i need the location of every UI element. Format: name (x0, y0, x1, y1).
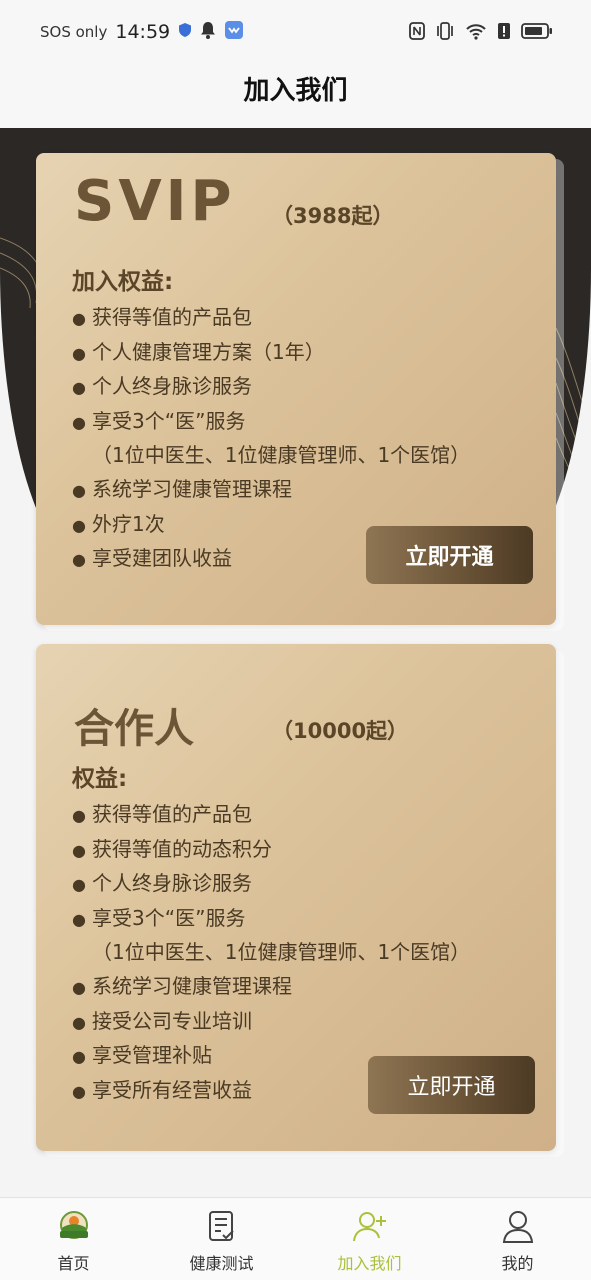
svip-benefit-title: 加入权益: (72, 269, 174, 295)
status-right (409, 22, 553, 44)
bullet-icon: ● (72, 309, 86, 328)
bullet-icon: ● (72, 412, 86, 432)
nav-label-join-us: 加入我们 (337, 1254, 402, 1273)
list-item: ● 享受3个“医”服务 (72, 405, 470, 440)
partner-open-button[interactable]: 立即开通 (368, 1056, 535, 1114)
bullet-icon: ● (72, 480, 86, 500)
list-item-detail: （1位中医生、1位健康管理师、1个医馆） (92, 443, 471, 468)
list-item: ● 个人健康管理方案（1年） (72, 336, 470, 371)
partner-benefit-title: 权益: (72, 766, 128, 792)
bullet-icon: ● (72, 840, 86, 860)
list-item: ● 获得等值的产品包 (72, 301, 470, 336)
svip-card: SVIP （3988起） 加入权益: ● 获得等值的产品包 ● 个人健康管理方案（1… (36, 153, 556, 625)
status-left: SOS only 14:59 (40, 20, 244, 44)
partner-card: 合作人 （10000起） 权益: ● 获得等值的产品包 ● 获得等值的动态积分 ● 个… (36, 644, 556, 1151)
title-bar: 加入我们 (0, 62, 591, 128)
bullet-icon: ● (72, 909, 86, 929)
list-item: ● 获得等值的动态积分 (72, 833, 470, 868)
svip-open-button[interactable]: 立即开通 (366, 526, 533, 584)
bullet-icon: ● (72, 875, 86, 895)
bell-icon (200, 21, 216, 43)
page-title: 加入我们 (243, 76, 348, 106)
nav-item-join-us[interactable]: 加入我们 (296, 1198, 443, 1280)
nav-item-home[interactable]: 首页 (0, 1198, 147, 1280)
add-user-icon (352, 1210, 388, 1244)
nav-label-health-test: 健康测试 (189, 1254, 254, 1273)
vibrate-icon (435, 22, 455, 44)
partner-title: 合作人 (74, 706, 194, 752)
bullet-icon: ● (72, 550, 86, 570)
list-item: ● 享受3个“医”服务 (72, 902, 470, 937)
bullet-icon: ● (72, 378, 86, 398)
wifi-icon (465, 22, 487, 44)
bullet-icon: ● (72, 343, 86, 363)
partner-price: （10000起） (272, 719, 409, 743)
list-item: ● 个人终身脉诊服务 (72, 867, 470, 902)
nav-item-health-test[interactable]: 健康测试 (148, 1198, 295, 1280)
list-item: ● 个人终身脉诊服务 (72, 370, 470, 405)
bullet-icon: ● (72, 1081, 86, 1101)
list-item: ● 系统学习健康管理课程 (72, 473, 470, 508)
status-bar: SOS only 14:59 (0, 0, 591, 62)
carrier-text: SOS only (40, 23, 108, 41)
battery-icon (521, 22, 553, 44)
bullet-icon: ● (72, 515, 86, 535)
bullet-icon: ● (72, 1047, 86, 1067)
nav-label-mine: 我的 (501, 1254, 534, 1273)
alert-icon (497, 22, 511, 44)
list-item-detail: （1位中医生、1位健康管理师、1个医馆） (92, 940, 471, 965)
checklist-icon (204, 1210, 240, 1244)
svip-price: （3988起） (272, 204, 394, 228)
list-item: ● 获得等值的产品包 (72, 798, 470, 833)
nav-label-home: 首页 (57, 1254, 90, 1273)
home-logo-icon (56, 1210, 92, 1244)
list-item: ● 系统学习健康管理课程 (72, 970, 470, 1005)
clock: 14:59 (115, 21, 171, 43)
bullet-icon: ● (72, 1012, 86, 1032)
bottom-nav: 首页 健康测试 加入我们 我的 (0, 1197, 591, 1280)
nfc-icon (409, 22, 425, 44)
nav-item-mine[interactable]: 我的 (444, 1198, 591, 1280)
app-notification-icon (224, 20, 244, 44)
profile-icon (500, 1210, 536, 1244)
bullet-icon: ● (72, 806, 86, 825)
list-item: ● 接受公司专业培训 (72, 1005, 470, 1040)
shield-icon (178, 22, 192, 42)
bullet-icon: ● (72, 977, 86, 997)
svip-title: SVIP (74, 169, 236, 234)
